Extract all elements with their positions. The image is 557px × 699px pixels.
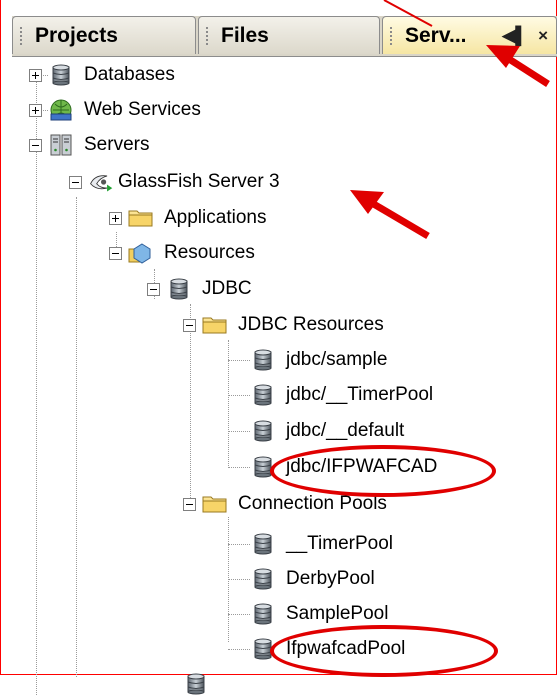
- tree-node-jdbc[interactable]: JDBC: [147, 274, 252, 304]
- services-tree: Databases Web Services Servers GlassFish…: [0, 57, 557, 695]
- tree-node-derbypool[interactable]: DerbyPool: [250, 564, 375, 594]
- tree-node-databases[interactable]: Databases: [29, 60, 175, 90]
- collapse-toggle[interactable]: [69, 175, 82, 189]
- tree-node-label: JDBC Resources: [238, 314, 384, 335]
- tab-services[interactable]: Serv... ◀▌ ×: [382, 16, 557, 54]
- tree-line: [228, 431, 250, 432]
- collapse-toggle[interactable]: [183, 497, 196, 511]
- tree-node-label: Databases: [84, 64, 175, 85]
- tree-line: [228, 614, 250, 615]
- tree-node-resources[interactable]: Resources: [109, 238, 255, 268]
- tree-node-servers[interactable]: Servers: [29, 130, 149, 160]
- tree-node-label: JDBC: [202, 278, 252, 299]
- resources-icon: [128, 241, 154, 265]
- tab-projects[interactable]: Projects: [12, 16, 196, 54]
- tab-label: Projects: [35, 24, 118, 47]
- database-icon: [250, 532, 276, 556]
- database-icon: [48, 63, 74, 87]
- tree-node-label: Resources: [164, 242, 255, 263]
- tree-line: [36, 75, 37, 695]
- tab-grip: [20, 27, 22, 45]
- tab-grip: [206, 27, 208, 45]
- tree-node-label: SamplePool: [286, 603, 389, 624]
- database-icon: [250, 383, 276, 407]
- servers-icon: [48, 133, 74, 157]
- database-icon: [250, 419, 276, 443]
- glassfish-server-icon: [88, 170, 114, 194]
- tree-node-glassfish-server[interactable]: GlassFish Server 3: [69, 167, 280, 197]
- tab-files[interactable]: Files: [198, 16, 380, 54]
- tree-line: [76, 197, 77, 677]
- tree-node-web-services[interactable]: Web Services: [29, 95, 201, 125]
- tree-node-label: jdbc/__default: [286, 420, 405, 441]
- tab-grip: [390, 27, 392, 45]
- tree-node-jdbc-resources[interactable]: JDBC Resources: [183, 310, 384, 340]
- tree-node-label: jdbc/sample: [286, 349, 388, 370]
- tree-node-label: __TimerPool: [286, 533, 394, 554]
- folder-icon: [202, 492, 228, 516]
- tree-node-jdbc-default[interactable]: jdbc/__default: [250, 416, 404, 446]
- tree-node-jdbc-sample[interactable]: jdbc/sample: [250, 345, 387, 375]
- highlight-ellipse: [270, 625, 498, 677]
- tab-bar: Projects Files Serv... ◀▌ ×: [12, 16, 557, 57]
- database-icon: [250, 567, 276, 591]
- collapse-toggle[interactable]: [109, 246, 122, 260]
- tab-label: Files: [221, 24, 269, 47]
- tree-line: [228, 395, 250, 396]
- close-icon[interactable]: ×: [538, 26, 548, 45]
- tree-line: [228, 579, 250, 580]
- tree-line: [228, 544, 250, 545]
- database-icon: [250, 602, 276, 626]
- folder-icon: [128, 206, 154, 230]
- expand-toggle[interactable]: [109, 211, 122, 225]
- folder-icon: [202, 313, 228, 337]
- tree-node-label: Servers: [84, 134, 150, 155]
- collapse-toggle[interactable]: [183, 318, 196, 332]
- tree-node-label: Web Services: [84, 99, 201, 120]
- tree-node-timerpool[interactable]: __TimerPool: [250, 529, 393, 559]
- collapse-toggle[interactable]: [147, 282, 160, 296]
- tree-node-applications[interactable]: Applications: [109, 203, 266, 233]
- tree-node-partial: [183, 669, 219, 699]
- tree-node-label: DerbyPool: [286, 568, 375, 589]
- highlight-ellipse: [270, 445, 496, 497]
- expand-toggle[interactable]: [29, 103, 42, 117]
- tree-node-label: jdbc/__TimerPool: [286, 384, 434, 405]
- tab-controls: ◀▌ ×: [502, 17, 548, 55]
- tree-node-label: GlassFish Server 3: [118, 171, 280, 192]
- tree-node-jdbc-timerpool[interactable]: jdbc/__TimerPool: [250, 380, 433, 410]
- tree-line: [228, 467, 250, 468]
- database-icon: [250, 348, 276, 372]
- database-icon: [166, 277, 192, 301]
- tree-line: [228, 649, 250, 650]
- tree-line: [228, 360, 250, 361]
- tree-node-label: Applications: [164, 207, 267, 228]
- expand-toggle[interactable]: [29, 68, 42, 82]
- scroll-tabs-icon[interactable]: ◀▌: [502, 26, 527, 45]
- collapse-toggle[interactable]: [29, 138, 42, 152]
- web-services-icon: [48, 98, 74, 122]
- tab-label: Serv...: [405, 24, 467, 47]
